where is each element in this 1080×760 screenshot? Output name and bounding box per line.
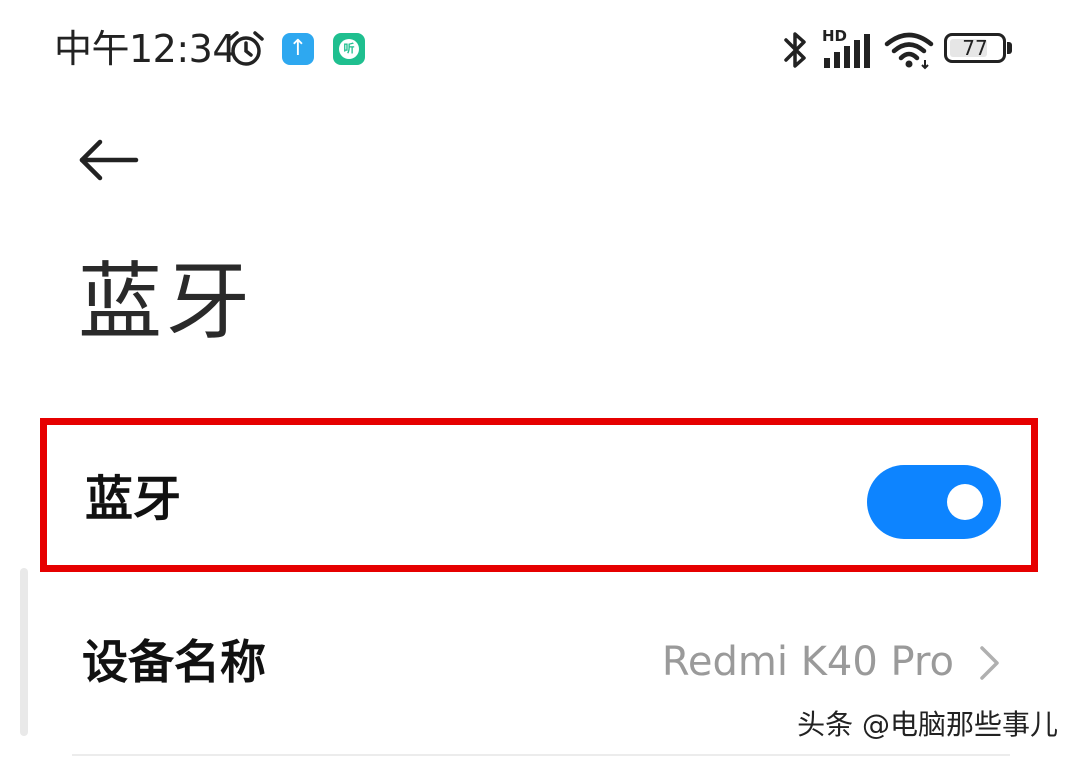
battery-cap xyxy=(1007,42,1012,54)
status-bar: 中午12:34 ↑ 听 HD 77 xyxy=(0,0,1080,100)
device-name-value: Redmi K40 Pro xyxy=(661,639,954,685)
back-button[interactable] xyxy=(72,130,148,190)
battery-icon: 77 xyxy=(944,33,1006,63)
alarm-icon xyxy=(228,31,264,66)
device-name-label: 设备名称 xyxy=(82,635,266,689)
bluetooth-row-label: 蓝牙 xyxy=(85,471,182,527)
watermark: 头条 @电脑那些事儿 xyxy=(797,708,1058,741)
signal-icon xyxy=(824,34,870,68)
bluetooth-toggle[interactable] xyxy=(867,465,1001,539)
toggle-knob xyxy=(947,484,983,520)
bluetooth-toggle-row[interactable]: 蓝牙 xyxy=(40,418,1038,572)
upload-app-icon: ↑ xyxy=(282,33,314,65)
page-title: 蓝牙 xyxy=(78,253,255,351)
divider xyxy=(72,754,1010,756)
bluetooth-icon xyxy=(784,32,806,68)
chevron-right-icon xyxy=(980,646,999,680)
wifi-icon xyxy=(884,32,934,70)
battery-level: 77 xyxy=(962,36,988,60)
status-time: 中午12:34 xyxy=(54,27,237,71)
listen-app-glyph: 听 xyxy=(339,39,359,59)
arrow-left-icon xyxy=(79,139,139,181)
listen-app-icon: 听 xyxy=(333,33,365,65)
scroll-indicator xyxy=(20,568,28,736)
